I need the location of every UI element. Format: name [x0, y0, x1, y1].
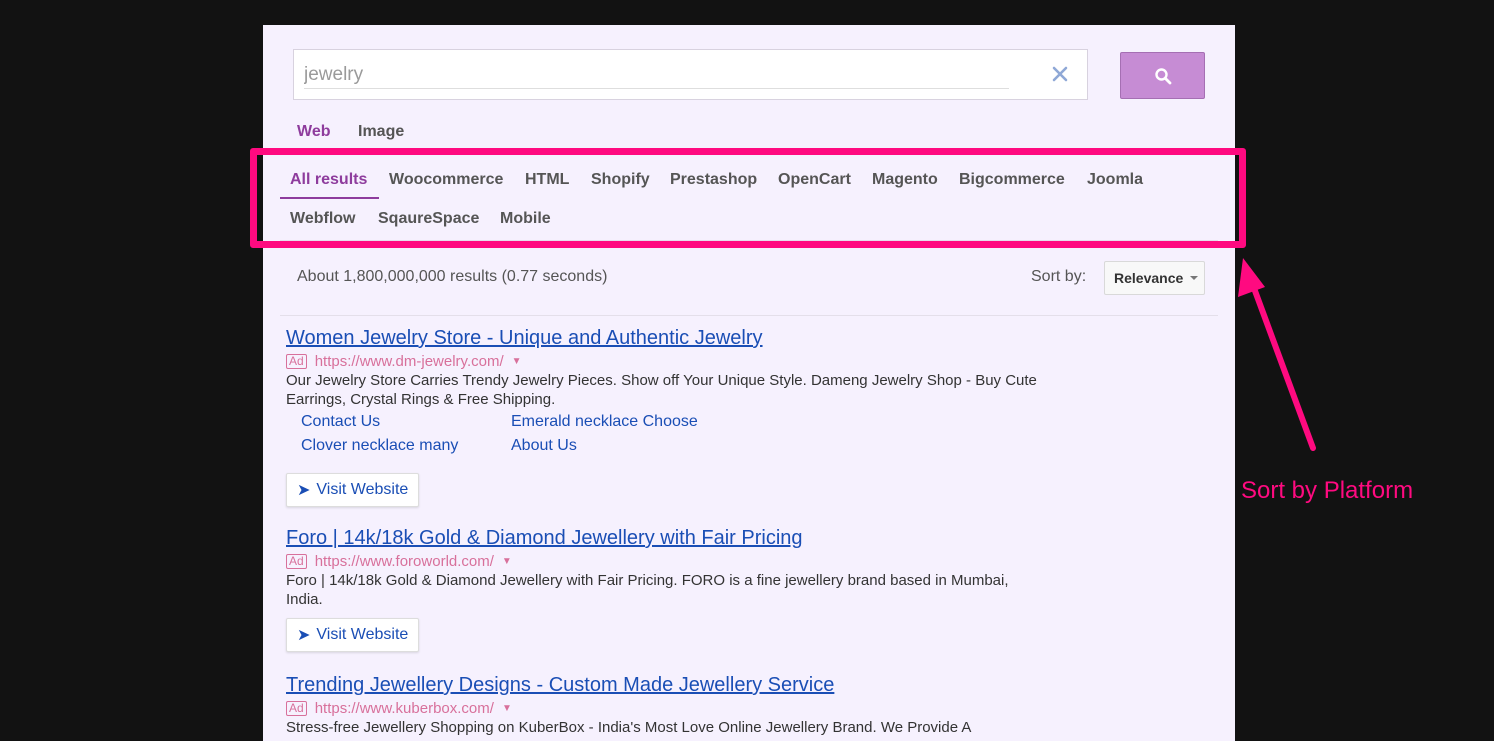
visit-website-label: Visit Website — [316, 481, 409, 498]
tab-image[interactable]: Image — [358, 123, 404, 141]
result-description: Stress-free Jewellery Shopping on KuberB… — [286, 719, 972, 736]
result-description: Foro | 14k/18k Gold & Diamond Jewellery … — [286, 572, 1009, 608]
caret-down-icon[interactable]: ▼ — [502, 703, 512, 714]
result-url-row: Ad https://www.dm-jewelry.com/ ▼ — [286, 351, 1046, 371]
result-url[interactable]: https://www.dm-jewelry.com/ — [315, 353, 504, 370]
result-sitelinks: Contact Us Emerald necklace Choose Clove… — [286, 413, 1046, 461]
search-box — [293, 49, 1088, 100]
result-url[interactable]: https://www.kuberbox.com/ — [315, 700, 494, 717]
send-arrow-icon: ➤ — [297, 627, 311, 644]
sitelink-clover-necklace[interactable]: Clover necklace many — [301, 437, 458, 455]
sitelink-emerald-necklace[interactable]: Emerald necklace Choose — [511, 413, 698, 431]
search-input[interactable] — [304, 50, 1004, 99]
search-result: Women Jewelry Store - Unique and Authent… — [286, 326, 1046, 507]
search-input-underline — [304, 88, 1009, 89]
annotation-label: Sort by Platform — [1241, 477, 1414, 504]
result-url-row: Ad https://www.kuberbox.com/ ▼ — [286, 698, 1046, 718]
result-title-link[interactable]: Women Jewelry Store - Unique and Authent… — [286, 326, 1046, 350]
results-count: About 1,800,000,000 results (0.77 second… — [297, 268, 608, 285]
ad-badge: Ad — [286, 553, 307, 569]
tab-web[interactable]: Web — [297, 123, 330, 141]
visit-website-label: Visit Website — [316, 626, 409, 643]
chevron-down-icon — [1190, 276, 1199, 280]
ad-badge: Ad — [286, 353, 307, 369]
close-icon — [1052, 66, 1068, 82]
sort-dropdown[interactable]: Relevance — [1104, 261, 1205, 295]
caret-down-icon[interactable]: ▼ — [512, 356, 522, 367]
sort-selected-value: Relevance — [1114, 270, 1184, 286]
result-title-link[interactable]: Trending Jewellery Designs - Custom Made… — [286, 673, 1046, 697]
result-description: Our Jewelry Store Carries Trendy Jewelry… — [286, 372, 1037, 408]
search-button[interactable] — [1120, 52, 1205, 99]
search-result: Foro | 14k/18k Gold & Diamond Jewellery … — [286, 526, 1046, 652]
caret-down-icon[interactable]: ▼ — [502, 556, 512, 567]
search-result: Trending Jewellery Designs - Custom Made… — [286, 673, 1046, 737]
visit-website-button[interactable]: ➤ Visit Website — [286, 473, 420, 507]
result-url[interactable]: https://www.foroworld.com/ — [315, 553, 494, 570]
ad-badge: Ad — [286, 700, 307, 716]
visit-website-button[interactable]: ➤ Visit Website — [286, 618, 420, 652]
clear-search-button[interactable] — [1046, 60, 1074, 88]
divider — [280, 315, 1218, 316]
search-icon — [1154, 67, 1171, 84]
sitelink-about-us[interactable]: About Us — [511, 437, 577, 455]
search-page-panel: Web Image All results Woocommerce HTML S… — [263, 25, 1235, 741]
sitelink-contact-us[interactable]: Contact Us — [301, 413, 380, 431]
result-url-row: Ad https://www.foroworld.com/ ▼ — [286, 551, 1046, 571]
annotation-highlight-box — [250, 148, 1246, 248]
send-arrow-icon: ➤ — [297, 482, 311, 499]
result-title-link[interactable]: Foro | 14k/18k Gold & Diamond Jewellery … — [286, 526, 1046, 550]
sort-label: Sort by: — [1031, 268, 1087, 285]
